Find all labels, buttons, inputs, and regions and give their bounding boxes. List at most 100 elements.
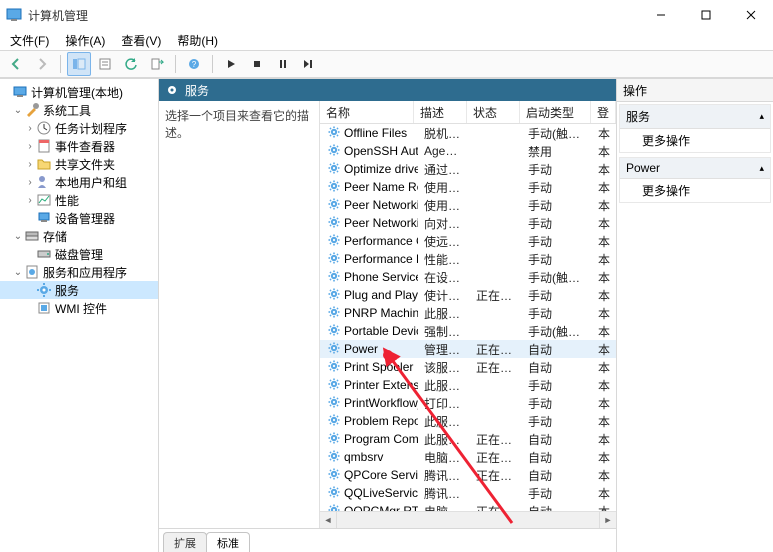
- tree-system-tools[interactable]: ⌄ 系统工具: [0, 101, 158, 119]
- menu-view[interactable]: 查看(V): [115, 30, 167, 51]
- menu-action[interactable]: 操作(A): [59, 30, 111, 51]
- export-list-button[interactable]: [145, 52, 169, 76]
- service-row[interactable]: Plug and Play使计…正在…手动本: [320, 286, 616, 304]
- col-logon[interactable]: 登: [591, 101, 616, 123]
- scroll-right-button[interactable]: ►: [599, 512, 616, 528]
- collapse-icon[interactable]: ⌄: [12, 105, 24, 116]
- col-status[interactable]: 状态: [467, 101, 520, 123]
- collapse-icon[interactable]: ⌄: [12, 267, 24, 278]
- back-button[interactable]: [4, 52, 28, 76]
- expand-icon[interactable]: ›: [24, 177, 36, 188]
- maximize-button[interactable]: [683, 0, 728, 30]
- tree-task-scheduler[interactable]: › 任务计划程序: [0, 119, 158, 137]
- title-bar[interactable]: 计算机管理: [0, 0, 773, 30]
- window-title: 计算机管理: [28, 7, 638, 24]
- scroll-left-button[interactable]: ◄: [320, 512, 337, 528]
- collapse-icon[interactable]: ⌄: [12, 231, 24, 242]
- stop-service-button[interactable]: [245, 52, 269, 76]
- tree-storage[interactable]: ⌄ 存储: [0, 227, 158, 245]
- services-list[interactable]: 名称 描述 状态 启动类型 登 Offline Files脱机…手动(触发…本O…: [319, 101, 616, 528]
- actions-group-power: Power ▴ 更多操作: [619, 157, 771, 203]
- service-startup: 手动(触发…: [522, 125, 592, 142]
- actions-group-services: 服务 ▴ 更多操作: [619, 104, 771, 153]
- service-row[interactable]: Printer Extensions and Notif…此服…手动本: [320, 376, 616, 394]
- tree-disk-management[interactable]: 磁盘管理: [0, 245, 158, 263]
- service-rows[interactable]: Offline Files脱机…手动(触发…本OpenSSH Authentic…: [320, 124, 616, 511]
- refresh-button[interactable]: [119, 52, 143, 76]
- tree-performance[interactable]: › 性能: [0, 191, 158, 209]
- gear-icon: [328, 468, 340, 483]
- expand-icon[interactable]: ›: [24, 123, 36, 134]
- service-row[interactable]: Print Spooler该服…正在…自动本: [320, 358, 616, 376]
- service-row[interactable]: qmbsrv电脑…正在…自动本: [320, 448, 616, 466]
- service-startup: 自动: [522, 449, 592, 466]
- toolbar: ?: [0, 51, 773, 78]
- tree-device-manager[interactable]: 设备管理器: [0, 209, 158, 227]
- service-logon: 本: [592, 431, 616, 448]
- service-status: 正在…: [470, 287, 522, 304]
- service-row[interactable]: Performance Counter DLL …使远…手动本: [320, 232, 616, 250]
- service-row[interactable]: QQLiveService腾讯…手动本: [320, 484, 616, 502]
- actions-more-power[interactable]: 更多操作: [620, 179, 770, 202]
- tree-event-viewer[interactable]: › 事件查看器: [0, 137, 158, 155]
- service-row[interactable]: Problem Reports and Soluti…此服…手动本: [320, 412, 616, 430]
- service-row[interactable]: Peer Networking Grouping使用…手动本: [320, 196, 616, 214]
- service-startup: 自动: [522, 359, 592, 376]
- tree-shared-folders[interactable]: › 共享文件夹: [0, 155, 158, 173]
- start-service-button[interactable]: [219, 52, 243, 76]
- service-row[interactable]: PrintWorkflow_5efd37打印…手动本: [320, 394, 616, 412]
- navigation-tree[interactable]: 计算机管理(本地) ⌄ 系统工具 › 任务计划程序 › 事件查看器 › 共享文件…: [0, 79, 159, 552]
- tab-standard[interactable]: 标准: [206, 532, 250, 552]
- pause-service-button[interactable]: [271, 52, 295, 76]
- service-row[interactable]: Peer Name Resolution Prot…使用…手动本: [320, 178, 616, 196]
- service-row[interactable]: QPCore Service腾讯…正在…自动本: [320, 466, 616, 484]
- restart-service-button[interactable]: [297, 52, 321, 76]
- service-desc: 此服…: [418, 377, 470, 394]
- actions-more-services[interactable]: 更多操作: [620, 129, 770, 152]
- actions-group-power-title[interactable]: Power ▴: [620, 158, 770, 179]
- tree-local-users[interactable]: › 本地用户和组: [0, 173, 158, 191]
- service-row[interactable]: Phone Service在设…手动(触发…本: [320, 268, 616, 286]
- service-row[interactable]: Peer Networking Identity M…向对…手动本: [320, 214, 616, 232]
- service-name: QQPCMgr RTP Service: [344, 504, 418, 511]
- tab-extended[interactable]: 扩展: [163, 532, 207, 552]
- service-row[interactable]: Program Compatibility Assi…此服…正在…自动本: [320, 430, 616, 448]
- service-row[interactable]: Portable Device Enumerato…强制…手动(触发…本: [320, 322, 616, 340]
- service-logon: 本: [592, 161, 616, 178]
- service-row[interactable]: QQPCMgr RTP Service电脑…正在…自动本: [320, 502, 616, 511]
- service-row[interactable]: Power管理…正在…自动本: [320, 340, 616, 358]
- col-startup[interactable]: 启动类型: [520, 101, 591, 123]
- horizontal-scrollbar[interactable]: ◄ ►: [320, 511, 616, 528]
- service-name: Performance Logs & Alerts: [344, 252, 418, 266]
- expand-icon[interactable]: ›: [24, 159, 36, 170]
- expand-icon[interactable]: ›: [24, 141, 36, 152]
- service-logon: 本: [592, 485, 616, 502]
- service-row[interactable]: Optimize drives通过…手动本: [320, 160, 616, 178]
- gear-icon: [328, 396, 340, 411]
- actions-group-services-title[interactable]: 服务 ▴: [620, 105, 770, 129]
- menu-help[interactable]: 帮助(H): [171, 30, 224, 51]
- close-button[interactable]: [728, 0, 773, 30]
- tree-services-apps[interactable]: ⌄ 服务和应用程序: [0, 263, 158, 281]
- svg-text:?: ?: [192, 60, 197, 69]
- minimize-button[interactable]: [638, 0, 683, 30]
- expand-icon[interactable]: ›: [24, 195, 36, 206]
- tree-root[interactable]: 计算机管理(本地): [0, 83, 158, 101]
- collapse-icon: ▴: [759, 163, 764, 174]
- service-name: Offline Files: [344, 126, 407, 140]
- service-row[interactable]: OpenSSH Authentication A…Agen…禁用本: [320, 142, 616, 160]
- show-hide-tree-button[interactable]: [67, 52, 91, 76]
- service-row[interactable]: Performance Logs & Alerts性能…手动本: [320, 250, 616, 268]
- service-row[interactable]: Offline Files脱机…手动(触发…本: [320, 124, 616, 142]
- tree-wmi[interactable]: WMI 控件: [0, 299, 158, 317]
- menu-file[interactable]: 文件(F): [4, 30, 55, 51]
- forward-button[interactable]: [30, 52, 54, 76]
- help-button[interactable]: ?: [182, 52, 206, 76]
- service-name: Peer Networking Identity M…: [344, 216, 418, 230]
- properties-button[interactable]: [93, 52, 117, 76]
- service-row[interactable]: PNRP Machine Name Publi…此服…手动本: [320, 304, 616, 322]
- gear-icon: [328, 342, 340, 357]
- col-name[interactable]: 名称: [320, 101, 414, 123]
- col-description[interactable]: 描述: [414, 101, 467, 123]
- tree-services[interactable]: 服务: [0, 281, 158, 299]
